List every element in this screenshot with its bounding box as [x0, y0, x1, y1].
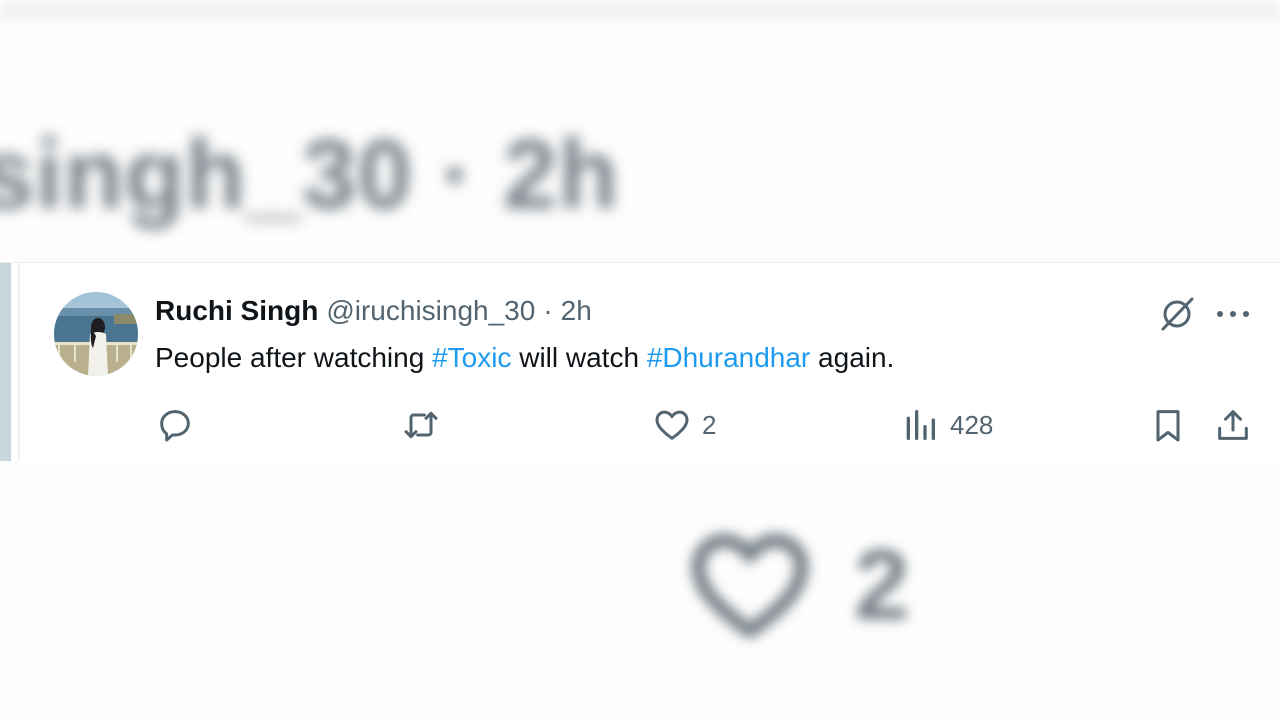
- share-button[interactable]: [1213, 405, 1253, 445]
- separator-dot: ·: [543, 295, 553, 326]
- bookmark-button[interactable]: [1148, 405, 1188, 445]
- author-handle[interactable]: @iruchisingh_30: [326, 295, 535, 327]
- top-strip: [0, 0, 1280, 22]
- avatar-photo: [54, 292, 138, 376]
- repost-button[interactable]: [401, 405, 451, 445]
- background-like-count: 2: [854, 528, 910, 641]
- like-count: 2: [702, 409, 717, 440]
- reply-icon: [160, 410, 190, 442]
- repost-icon: [404, 411, 438, 439]
- more-options-button[interactable]: [1212, 293, 1254, 335]
- grok-icon: [1161, 297, 1194, 331]
- heart-icon: [655, 410, 689, 440]
- reply-button[interactable]: [155, 405, 205, 445]
- views-button[interactable]: 428: [900, 405, 993, 445]
- tweet-card[interactable]: Ruchi Singh @iruchisingh_30 · 2h People …: [0, 262, 1280, 461]
- bookmark-icon: [1156, 410, 1180, 442]
- grok-button[interactable]: [1156, 293, 1198, 335]
- more-icon: [1217, 311, 1249, 317]
- background-heart-icon: [691, 533, 809, 639]
- tweet-text-part: People after watching: [155, 342, 433, 373]
- tweet-text-part: will watch: [511, 342, 647, 373]
- screenshot-stage: singh_30 · 2h 2 Ruchi Singh @iruchisingh…: [0, 0, 1280, 720]
- hashtag-link[interactable]: #Toxic: [432, 342, 511, 373]
- views-count: 428: [950, 409, 994, 440]
- background-blurred-handle: singh_30 · 2h: [0, 119, 620, 229]
- background-blurred-like: 2: [680, 520, 910, 650]
- tweet-text-part: again.: [810, 342, 895, 373]
- tweet-header: Ruchi Singh @iruchisingh_30 · 2h: [155, 295, 592, 327]
- tweet-text: People after watching #Toxic will watch …: [155, 342, 894, 374]
- card-left-accent-bar: [0, 263, 11, 461]
- hashtag-link[interactable]: #Dhurandhar: [647, 342, 810, 373]
- like-button[interactable]: 2: [652, 405, 716, 445]
- avatar[interactable]: [54, 292, 138, 376]
- tweet-timestamp[interactable]: 2h: [561, 295, 592, 327]
- analytics-icon: [906, 410, 935, 440]
- author-name[interactable]: Ruchi Singh: [155, 295, 318, 327]
- card-left-edge: [18, 263, 20, 461]
- share-icon: [1218, 410, 1248, 440]
